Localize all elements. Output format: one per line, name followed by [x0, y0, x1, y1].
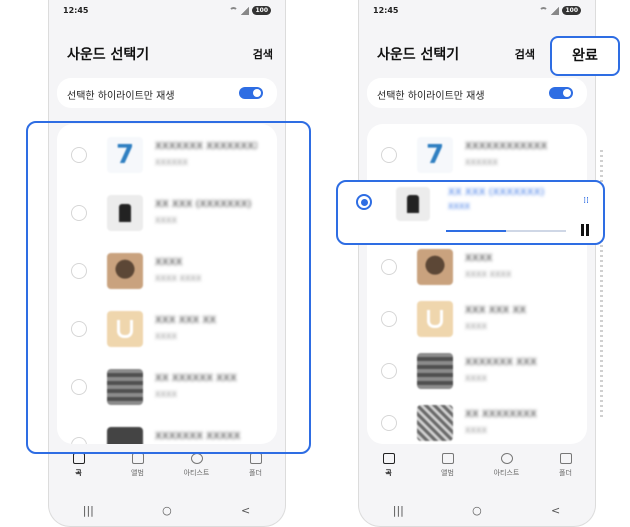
now-playing-item[interactable]: XX XXX (XXXXXXX) XXXX ⁞⁞ [336, 180, 605, 245]
music-list-icon [382, 453, 395, 464]
page-title: 사운드 선택기 [67, 47, 150, 63]
folder-icon [249, 453, 262, 464]
search-button[interactable]: 검색 [515, 46, 535, 62]
song-title: XXXXXXX XXX [465, 357, 537, 368]
list-item[interactable]: 7 XXXXXXXXXXXX XXXXXX [367, 128, 587, 184]
battery-icon: 100 [562, 6, 581, 15]
song-title: XX XXX (XXXXXXX) [448, 187, 545, 198]
list-item[interactable]: XX XXXXXXXX XXXX [367, 396, 587, 444]
system-nav-bar: ||| ○ < [49, 504, 285, 520]
radio-button[interactable] [381, 415, 397, 431]
recents-button[interactable]: ||| [73, 504, 103, 520]
highlight-only-switch[interactable] [549, 87, 573, 99]
system-nav-bar: ||| ○ < [359, 504, 595, 520]
tab-songs[interactable]: 곡 [367, 453, 411, 493]
back-button[interactable]: < [541, 504, 571, 520]
page-title: 사운드 선택기 [377, 47, 460, 63]
album-thumbnail: 7 [417, 137, 453, 173]
progress-fill [446, 230, 506, 232]
radio-button[interactable] [381, 147, 397, 163]
search-button[interactable]: 검색 [253, 46, 273, 62]
home-button[interactable]: ○ [462, 504, 492, 520]
tab-folders[interactable]: 폴더 [544, 453, 588, 493]
song-title: XXXXXXXXXXXX [465, 141, 548, 152]
switch-knob [563, 89, 571, 97]
tab-artists[interactable]: 아티스트 [175, 453, 219, 493]
album-thumbnail [417, 353, 453, 389]
playback-progress[interactable] [446, 230, 566, 232]
song-title: XX XXXXXXXX [465, 409, 537, 420]
list-highlight-frame [26, 121, 311, 454]
status-time: 12:45 [63, 6, 89, 15]
artist-icon [190, 453, 203, 464]
song-artist: XXXX [465, 322, 487, 331]
music-list-icon [72, 453, 85, 464]
phone-after: 12:45 100 사운드 선택기 검색 선택한 하이라이트만 재생 7 XXX… [358, 0, 596, 527]
song-artist: XXXX [465, 374, 487, 383]
wifi-icon [229, 7, 239, 14]
song-title: XXX XXX XX [465, 305, 527, 316]
song-artist: XXXX [448, 202, 470, 211]
bottom-nav: 곡 앨범 아티스트 폴더 [359, 453, 595, 493]
switch-knob [253, 89, 261, 97]
highlight-only-label: 선택한 하이라이트만 재생 [67, 91, 175, 102]
done-button[interactable]: 완료 [550, 36, 620, 76]
status-time: 12:45 [373, 6, 399, 15]
album-thumbnail [417, 405, 453, 441]
highlight-only-row[interactable]: 선택한 하이라이트만 재생 [57, 78, 277, 108]
radio-button[interactable] [381, 259, 397, 275]
equalizer-icon: ⁞⁞ [583, 196, 589, 206]
status-bar: 12:45 100 [373, 6, 581, 20]
tab-artists[interactable]: 아티스트 [485, 453, 529, 493]
tab-albums[interactable]: 앨범 [116, 453, 160, 493]
artist-icon [500, 453, 513, 464]
comparison-stage: 12:45 100 사운드 선택기 검색 선택한 하이라이트만 재생 7 XXX… [0, 0, 630, 527]
list-item[interactable]: XXXXXXX XXX XXXX [367, 344, 587, 400]
song-title: XXXX [465, 253, 493, 264]
wifi-icon [539, 7, 549, 14]
highlight-only-switch[interactable] [239, 87, 263, 99]
highlight-only-row[interactable]: 선택한 하이라이트만 재생 [367, 78, 587, 108]
signal-icon [241, 6, 250, 15]
recents-button[interactable]: ||| [383, 504, 413, 520]
pause-icon [581, 224, 584, 236]
bottom-nav: 곡 앨범 아티스트 폴더 [49, 453, 285, 493]
folder-icon [559, 453, 572, 464]
pause-button[interactable] [581, 224, 589, 236]
radio-button-selected[interactable] [356, 194, 372, 210]
highlight-only-label: 선택한 하이라이트만 재생 [377, 91, 485, 102]
tab-songs[interactable]: 곡 [57, 453, 101, 493]
list-item[interactable]: XXXX XXXX XXXX [367, 240, 587, 296]
signal-icon [551, 6, 560, 15]
list-item[interactable]: XXX XXX XX XXXX [367, 292, 587, 348]
status-bar: 12:45 100 [63, 6, 271, 20]
battery-icon: 100 [252, 6, 271, 15]
song-artist: XXXX XXXX [465, 270, 512, 279]
album-thumbnail [417, 249, 453, 285]
album-icon [131, 453, 144, 464]
song-artist: XXXXXX [465, 158, 498, 167]
back-button[interactable]: < [231, 504, 261, 520]
home-button[interactable]: ○ [152, 504, 182, 520]
album-icon [441, 453, 454, 464]
radio-button[interactable] [381, 363, 397, 379]
tab-albums[interactable]: 앨범 [426, 453, 470, 493]
album-thumbnail [396, 187, 430, 221]
album-thumbnail [417, 301, 453, 337]
song-artist: XXXX [465, 426, 487, 435]
radio-button[interactable] [381, 311, 397, 327]
tab-folders[interactable]: 폴더 [234, 453, 278, 493]
song-list: 7 XXXXXXXXXXXX XXXXXX XXXX XXXX XXXX XXX… [367, 124, 587, 444]
